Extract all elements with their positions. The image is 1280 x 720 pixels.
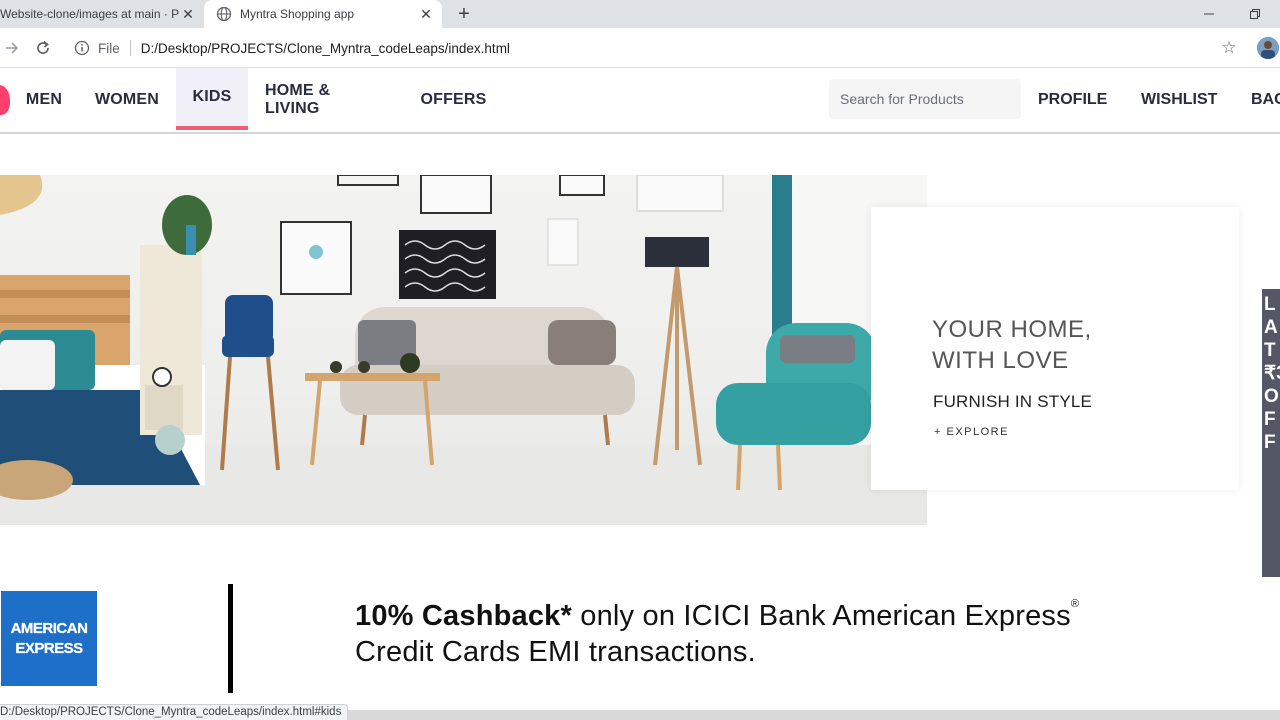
avatar[interactable] — [1257, 37, 1279, 59]
browser-toolbar: File D:/Desktop/PROJECTS/Clone_Myntra_co… — [0, 28, 1280, 68]
nav-men[interactable]: MEN — [26, 68, 62, 132]
site-header: MEN WOMEN KIDS HOME & LIVING OFFERS PROF… — [0, 68, 1280, 134]
side-offer-strip[interactable]: L A T ₹3 O F F — [1262, 289, 1280, 577]
nav-women[interactable]: WOMEN — [95, 68, 159, 132]
reload-icon — [37, 40, 49, 54]
arrow-right-icon — [6, 42, 19, 54]
promo-headline: YOUR HOME, WITH LOVE — [932, 314, 1172, 376]
url-scheme: File — [98, 40, 120, 56]
registered-mark: ® — [1070, 598, 1080, 610]
bag-link[interactable]: BAG — [1251, 68, 1280, 132]
promo-headline-line2: WITH LOVE — [932, 347, 1069, 374]
minimize-button[interactable] — [1186, 0, 1232, 28]
search-input[interactable] — [829, 79, 1021, 119]
browser-tab-bar: Website-clone/images at main · P ✕ Myntr… — [0, 0, 1280, 28]
new-tab-button[interactable]: + — [452, 2, 476, 26]
amex-offer-line1: 10% Cashback* only on ICICI Bank America… — [355, 598, 1080, 633]
tab-myntra[interactable]: Myntra Shopping app ✕ — [204, 0, 442, 28]
strip-char: ₹3 — [1264, 363, 1280, 384]
tab-title: Website-clone/images at main · P — [0, 7, 180, 21]
reload-button[interactable] — [31, 36, 55, 60]
close-tab-icon[interactable]: ✕ — [418, 6, 434, 22]
bookmark-star-icon[interactable]: ☆ — [1218, 37, 1240, 59]
tab-website-clone[interactable]: Website-clone/images at main · P ✕ — [0, 0, 204, 28]
promo-card[interactable]: YOUR HOME, WITH LOVE FURNISH IN STYLE + … — [871, 207, 1239, 490]
living-room-illustration — [0, 175, 927, 525]
forward-button[interactable] — [0, 36, 24, 60]
amex-offer-rest: only on ICICI Bank American Express — [572, 600, 1071, 632]
profile-link[interactable]: PROFILE — [1038, 68, 1107, 132]
amex-logo[interactable]: AMERICAN EXPRESS — [1, 591, 97, 686]
strip-char: L — [1264, 294, 1276, 315]
nav-home-living[interactable]: HOME & LIVING — [265, 68, 387, 132]
promo-subhead: FURNISH IN STYLE — [933, 392, 1093, 411]
strip-char: T — [1264, 340, 1276, 361]
strip-char: F — [1264, 409, 1276, 430]
info-icon[interactable] — [74, 40, 90, 56]
strip-char: F — [1264, 432, 1276, 453]
amex-logo-line2: EXPRESS — [15, 639, 83, 657]
wishlist-link[interactable]: WISHLIST — [1141, 68, 1217, 132]
explore-link[interactable]: + EXPLORE — [934, 426, 1009, 438]
home-living-banner-image[interactable] — [0, 175, 927, 525]
url-path: D:/Desktop/PROJECTS/Clone_Myntra_codeLea… — [140, 40, 510, 56]
divider — [228, 584, 233, 693]
restore-button[interactable] — [1232, 0, 1278, 28]
nav-offers[interactable]: OFFERS — [420, 68, 486, 132]
restore-icon — [1250, 9, 1260, 19]
url-separator — [129, 40, 131, 56]
address-bar[interactable]: File D:/Desktop/PROJECTS/Clone_Myntra_co… — [66, 33, 1246, 63]
amex-offer-bold: 10% Cashback* — [355, 600, 572, 632]
strip-char: O — [1264, 386, 1279, 407]
amex-logo-line1: AMERICAN — [10, 619, 88, 637]
close-tab-icon[interactable]: ✕ — [180, 6, 196, 22]
nav-kids[interactable]: KIDS — [176, 68, 248, 130]
myntra-logo[interactable] — [0, 85, 10, 115]
status-bar-url: D:/Desktop/PROJECTS/Clone_Myntra_codeLea… — [0, 704, 349, 720]
promo-headline-line1: YOUR HOME, — [932, 316, 1092, 343]
tab-title: Myntra Shopping app — [240, 7, 355, 21]
amex-offer-line2: Credit Cards EMI transactions. — [355, 636, 756, 668]
strip-char: A — [1264, 317, 1278, 338]
avatar-image — [1257, 37, 1279, 59]
minimize-icon — [1204, 13, 1214, 15]
globe-icon — [216, 6, 232, 22]
